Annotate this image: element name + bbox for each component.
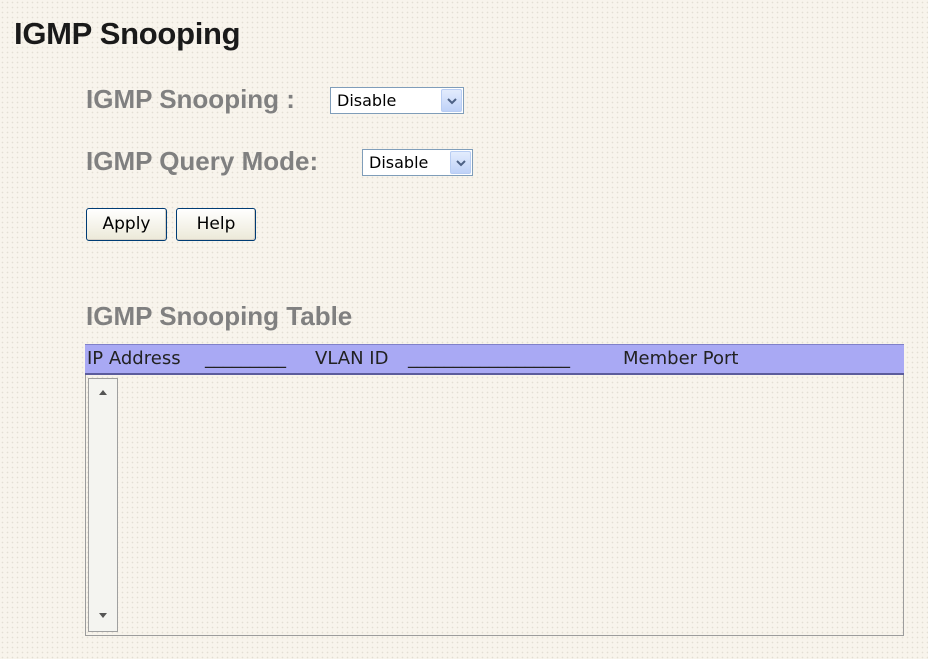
igmp-snooping-select[interactable]: Disable [330,87,464,114]
help-button[interactable]: Help [176,208,256,241]
snooping-table-header: IP Address _________ VLAN ID ___________… [85,344,904,375]
column-header-ip-address: IP Address [87,348,181,369]
column-header-member-port: Member Port [623,348,739,369]
apply-button[interactable]: Apply [86,208,167,241]
scroll-down-arrow-icon[interactable] [92,605,114,627]
igmp-query-mode-select[interactable]: Disable [362,149,473,176]
igmp-query-mode-label: IGMP Query Mode: [86,146,319,176]
igmp-snooping-label: IGMP Snooping : [86,84,295,114]
scroll-up-arrow-icon[interactable] [92,382,114,404]
header-separator: __________________ [408,348,570,369]
chevron-down-icon[interactable] [450,151,471,174]
snooping-table-title: IGMP Snooping Table [86,301,353,331]
snooping-table-list[interactable] [85,375,904,636]
header-separator: _________ [205,348,286,369]
table-scrollbar[interactable] [88,378,118,632]
page-title: IGMP Snooping [14,16,241,51]
igmp-query-mode-selected-value: Disable [369,153,429,172]
chevron-down-icon[interactable] [441,89,462,112]
column-header-vlan-id: VLAN ID [315,348,389,369]
igmp-snooping-selected-value: Disable [337,91,397,110]
